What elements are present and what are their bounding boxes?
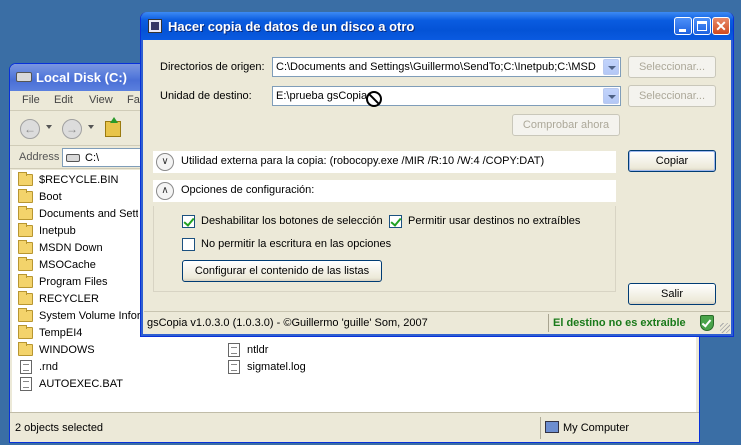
utility-section[interactable]: ∨ Utilidad externa para la copia: (roboc… [153, 151, 616, 173]
dest-combobox[interactable]: E:\prueba gsCopia [272, 86, 621, 106]
status-separator [540, 417, 541, 439]
utility-text: Utilidad externa para la copia: (robocop… [181, 155, 545, 167]
folder-item[interactable]: MSOCache [18, 257, 138, 274]
address-input[interactable]: C:\ [62, 148, 142, 167]
selection-status: 2 objects selected [15, 422, 104, 434]
resize-grip[interactable] [720, 323, 730, 333]
file-item[interactable]: ntldr [226, 342, 346, 359]
file-item[interactable]: AUTOEXEC.BAT [18, 376, 138, 393]
menu-edit[interactable]: Edit [54, 94, 73, 106]
explorer-title: Local Disk (C:) [36, 70, 128, 85]
folder-icon [18, 206, 33, 220]
folder-icon [18, 274, 33, 288]
checkbox-unchecked-icon[interactable] [182, 238, 195, 251]
checkbox-checked-icon[interactable] [389, 215, 402, 228]
close-icon: ✕ [715, 18, 727, 34]
version-status: gsCopia v1.0.3.0 (1.0.3.0) - ©Guillermo … [147, 317, 428, 329]
checkbox-checked-icon[interactable] [182, 215, 195, 228]
folder-item[interactable]: TempEI4 [18, 325, 138, 342]
file-icon [228, 360, 240, 374]
app-icon [148, 19, 162, 33]
file-item[interactable]: sigmatel.log [226, 359, 346, 376]
folder-item[interactable]: Documents and Settings [18, 206, 138, 223]
exit-button[interactable]: Salir [628, 283, 716, 305]
configure-lists-button[interactable]: Configurar el contenido de las listas [182, 260, 382, 282]
minimize-icon [679, 29, 686, 32]
folder-item[interactable]: Inetpub [18, 223, 138, 240]
back-dropdown-icon[interactable] [46, 125, 52, 129]
folder-icon [18, 325, 33, 339]
address-value: C:\ [85, 152, 100, 164]
forward-dropdown-icon[interactable] [88, 125, 94, 129]
dialog-title: Hacer copia de datos de un disco a otro [168, 19, 415, 34]
chevron-up-icon[interactable]: ∧ [156, 182, 174, 200]
select-dest-button[interactable]: Seleccionar... [628, 85, 716, 107]
dest-value: E:\prueba gsCopia [276, 90, 368, 102]
drive-icon [16, 72, 32, 82]
folder-icon [18, 342, 33, 356]
folder-icon [18, 189, 33, 203]
folder-item[interactable]: $RECYCLE.BIN [18, 172, 138, 189]
folder-item[interactable]: RECYCLER [18, 291, 138, 308]
folder-item[interactable]: MSDN Down [18, 240, 138, 257]
menu-favorites[interactable]: Fa [127, 94, 140, 106]
folder-item[interactable]: Boot [18, 189, 138, 206]
chevron-down-icon[interactable]: ∨ [156, 153, 174, 171]
dialog-statusbar: gsCopia v1.0.3.0 (1.0.3.0) - ©Guillermo … [144, 311, 730, 333]
menu-file[interactable]: File [22, 94, 40, 106]
folder-icon [18, 291, 33, 305]
gscopia-dialog: Hacer copia de datos de un disco a otro … [140, 12, 734, 337]
folder-item[interactable]: System Volume Informa [18, 308, 142, 325]
folder-item[interactable]: Program Files [18, 274, 138, 291]
minimize-button[interactable] [674, 17, 692, 35]
options-section[interactable]: ∧ Opciones de configuración: [153, 180, 616, 202]
options-header: Opciones de configuración: [181, 184, 315, 196]
drive-icon [66, 154, 80, 162]
folder-item[interactable]: WINDOWS [18, 342, 138, 359]
status-separator [548, 314, 549, 332]
options-panel: Deshabilitar los botones de selección Pe… [153, 206, 616, 292]
address-label: Address [19, 151, 60, 163]
origin-value: C:\Documents and Settings\Guillermo\Send… [276, 61, 596, 73]
destination-status: El destino no es extraíble [553, 317, 686, 329]
dest-label: Unidad de destino: [160, 90, 252, 102]
my-computer-icon [545, 421, 559, 433]
folder-icon [18, 308, 33, 322]
explorer-statusbar: 2 objects selected My Computer [10, 412, 699, 442]
folder-icon [18, 172, 33, 186]
close-button[interactable]: ✕ [712, 17, 730, 35]
forward-arrow-icon[interactable]: → [62, 119, 82, 139]
origin-combobox[interactable]: C:\Documents and Settings\Guillermo\Send… [272, 57, 621, 77]
chevron-down-icon[interactable] [603, 59, 619, 75]
folder-icon [18, 240, 33, 254]
menu-view[interactable]: View [89, 94, 113, 106]
copy-button[interactable]: Copiar [628, 150, 716, 172]
origin-label: Directorios de origen: [160, 61, 265, 73]
folder-up-icon[interactable] [105, 117, 121, 137]
file-icon [20, 360, 32, 374]
zone-status: My Computer [563, 422, 630, 434]
file-icon [228, 343, 240, 357]
chevron-down-icon[interactable] [603, 88, 619, 104]
file-icon [20, 377, 32, 391]
maximize-icon [697, 21, 707, 31]
no-drop-cursor-icon [366, 91, 382, 107]
check-now-button[interactable]: Comprobar ahora [512, 114, 620, 136]
back-arrow-icon[interactable]: ← [20, 119, 40, 139]
shield-check-icon [700, 315, 714, 331]
select-origin-button[interactable]: Seleccionar... [628, 56, 716, 78]
dialog-titlebar[interactable]: Hacer copia de datos de un disco a otro … [141, 12, 733, 40]
folder-icon [18, 257, 33, 271]
file-item[interactable]: .rnd [18, 359, 138, 376]
maximize-button[interactable] [693, 17, 711, 35]
folder-icon [18, 223, 33, 237]
